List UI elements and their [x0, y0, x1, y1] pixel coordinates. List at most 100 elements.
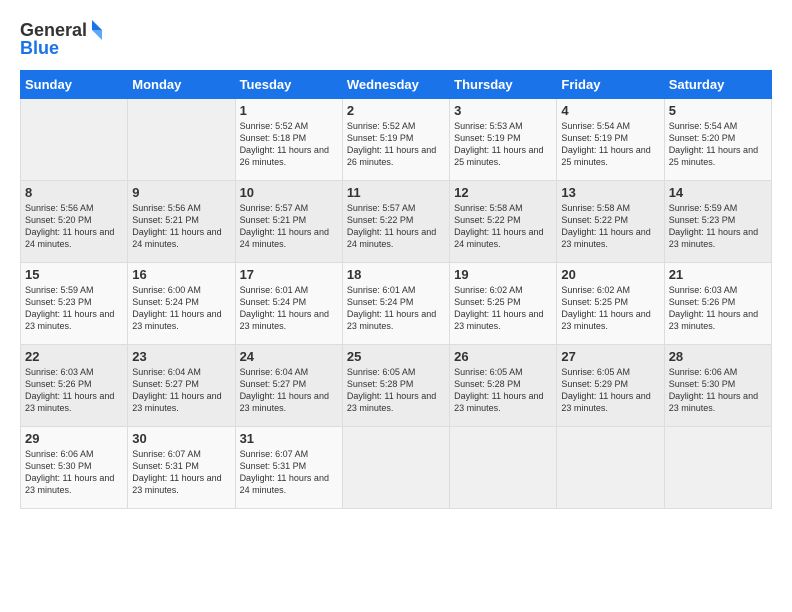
- calendar-cell: 10 Sunrise: 5:57 AMSunset: 5:21 PMDayligh…: [235, 181, 342, 263]
- day-number: 19: [454, 267, 552, 282]
- cell-info: Sunrise: 5:52 AMSunset: 5:19 PMDaylight:…: [347, 120, 445, 169]
- cell-info: Sunrise: 5:56 AMSunset: 5:21 PMDaylight:…: [132, 202, 230, 251]
- calendar-cell: 5Sunrise: 5:54 AMSunset: 5:20 PMDaylight…: [664, 99, 771, 181]
- logo: General Blue: [20, 16, 110, 58]
- svg-text:Blue: Blue: [20, 38, 59, 58]
- header-day: Wednesday: [342, 71, 449, 99]
- calendar-week-row: 22 Sunrise: 6:03 AMSunset: 5:26 PMDayligh…: [21, 345, 772, 427]
- day-number: 5: [669, 103, 767, 118]
- calendar-week-row: 29Sunrise: 6:06 AMSunset: 5:30 PMDayligh…: [21, 427, 772, 509]
- cell-info: Sunrise: 5:52 AMSunset: 5:18 PMDaylight:…: [240, 120, 338, 169]
- day-number: 13: [561, 185, 659, 200]
- day-number: 27: [561, 349, 659, 364]
- day-number: 14: [669, 185, 767, 200]
- calendar-cell: 24 Sunrise: 6:04 AMSunset: 5:27 PMDayligh…: [235, 345, 342, 427]
- calendar-cell: 28 Sunrise: 6:06 AMSunset: 5:30 PMDayligh…: [664, 345, 771, 427]
- calendar-cell: 19 Sunrise: 6:02 AMSunset: 5:25 PMDayligh…: [450, 263, 557, 345]
- day-number: 11: [347, 185, 445, 200]
- logo-icon: General Blue: [20, 16, 110, 58]
- cell-info: Sunrise: 6:03 AMSunset: 5:26 PMDaylight:…: [669, 284, 767, 333]
- header-day: Thursday: [450, 71, 557, 99]
- day-number: 29: [25, 431, 123, 446]
- calendar-header-row: SundayMondayTuesdayWednesdayThursdayFrid…: [21, 71, 772, 99]
- header-day: Friday: [557, 71, 664, 99]
- cell-info: Sunrise: 6:02 AMSunset: 5:25 PMDaylight:…: [454, 284, 552, 333]
- cell-info: Sunrise: 6:00 AMSunset: 5:24 PMDaylight:…: [132, 284, 230, 333]
- header-day: Monday: [128, 71, 235, 99]
- calendar-cell: 11 Sunrise: 5:57 AMSunset: 5:22 PMDayligh…: [342, 181, 449, 263]
- header-day: Sunday: [21, 71, 128, 99]
- cell-info: Sunrise: 5:57 AMSunset: 5:21 PMDaylight:…: [240, 202, 338, 251]
- calendar-cell: [128, 99, 235, 181]
- calendar-cell: [21, 99, 128, 181]
- day-number: 30: [132, 431, 230, 446]
- calendar-cell: 8 Sunrise: 5:56 AMSunset: 5:20 PMDaylight…: [21, 181, 128, 263]
- header: General Blue: [20, 16, 772, 58]
- cell-info: Sunrise: 6:06 AMSunset: 5:30 PMDaylight:…: [669, 366, 767, 415]
- cell-info: Sunrise: 6:05 AMSunset: 5:28 PMDaylight:…: [454, 366, 552, 415]
- calendar-week-row: 15 Sunrise: 5:59 AMSunset: 5:23 PMDayligh…: [21, 263, 772, 345]
- day-number: 3: [454, 103, 552, 118]
- day-number: 20: [561, 267, 659, 282]
- calendar-cell: [664, 427, 771, 509]
- calendar-cell: 18 Sunrise: 6:01 AMSunset: 5:24 PMDayligh…: [342, 263, 449, 345]
- calendar-cell: 3 Sunrise: 5:53 AMSunset: 5:19 PMDaylight…: [450, 99, 557, 181]
- day-number: 22: [25, 349, 123, 364]
- svg-text:General: General: [20, 20, 87, 40]
- day-number: 18: [347, 267, 445, 282]
- day-number: 2: [347, 103, 445, 118]
- day-number: 24: [240, 349, 338, 364]
- cell-info: Sunrise: 6:01 AMSunset: 5:24 PMDaylight:…: [240, 284, 338, 333]
- calendar-cell: 12Sunrise: 5:58 AMSunset: 5:22 PMDayligh…: [450, 181, 557, 263]
- calendar-week-row: 8 Sunrise: 5:56 AMSunset: 5:20 PMDaylight…: [21, 181, 772, 263]
- calendar-cell: 1 Sunrise: 5:52 AMSunset: 5:18 PMDaylight…: [235, 99, 342, 181]
- calendar-cell: 23 Sunrise: 6:04 AMSunset: 5:27 PMDayligh…: [128, 345, 235, 427]
- calendar-cell: 4 Sunrise: 5:54 AMSunset: 5:19 PMDaylight…: [557, 99, 664, 181]
- cell-info: Sunrise: 6:02 AMSunset: 5:25 PMDaylight:…: [561, 284, 659, 333]
- cell-info: Sunrise: 5:59 AMSunset: 5:23 PMDaylight:…: [25, 284, 123, 333]
- day-number: 10: [240, 185, 338, 200]
- cell-info: Sunrise: 6:01 AMSunset: 5:24 PMDaylight:…: [347, 284, 445, 333]
- day-number: 1: [240, 103, 338, 118]
- day-number: 21: [669, 267, 767, 282]
- day-number: 4: [561, 103, 659, 118]
- cell-info: Sunrise: 6:07 AMSunset: 5:31 PMDaylight:…: [132, 448, 230, 497]
- cell-info: Sunrise: 5:59 AMSunset: 5:23 PMDaylight:…: [669, 202, 767, 251]
- calendar-cell: 30 Sunrise: 6:07 AMSunset: 5:31 PMDayligh…: [128, 427, 235, 509]
- calendar-cell: 29Sunrise: 6:06 AMSunset: 5:30 PMDayligh…: [21, 427, 128, 509]
- day-number: 8: [25, 185, 123, 200]
- calendar-cell: [342, 427, 449, 509]
- day-number: 15: [25, 267, 123, 282]
- calendar-cell: 20 Sunrise: 6:02 AMSunset: 5:25 PMDayligh…: [557, 263, 664, 345]
- cell-info: Sunrise: 6:07 AMSunset: 5:31 PMDaylight:…: [240, 448, 338, 497]
- calendar-cell: [557, 427, 664, 509]
- day-number: 23: [132, 349, 230, 364]
- day-number: 25: [347, 349, 445, 364]
- cell-info: Sunrise: 5:53 AMSunset: 5:19 PMDaylight:…: [454, 120, 552, 169]
- cell-info: Sunrise: 6:03 AMSunset: 5:26 PMDaylight:…: [25, 366, 123, 415]
- calendar-week-row: 1 Sunrise: 5:52 AMSunset: 5:18 PMDaylight…: [21, 99, 772, 181]
- calendar-cell: 15 Sunrise: 5:59 AMSunset: 5:23 PMDayligh…: [21, 263, 128, 345]
- cell-info: Sunrise: 5:56 AMSunset: 5:20 PMDaylight:…: [25, 202, 123, 251]
- calendar-cell: 27 Sunrise: 6:05 AMSunset: 5:29 PMDayligh…: [557, 345, 664, 427]
- day-number: 17: [240, 267, 338, 282]
- header-day: Saturday: [664, 71, 771, 99]
- calendar-cell: 2 Sunrise: 5:52 AMSunset: 5:19 PMDaylight…: [342, 99, 449, 181]
- cell-info: Sunrise: 6:05 AMSunset: 5:29 PMDaylight:…: [561, 366, 659, 415]
- day-number: 28: [669, 349, 767, 364]
- cell-info: Sunrise: 5:54 AMSunset: 5:19 PMDaylight:…: [561, 120, 659, 169]
- cell-info: Sunrise: 5:58 AMSunset: 5:22 PMDaylight:…: [454, 202, 552, 251]
- day-number: 16: [132, 267, 230, 282]
- cell-info: Sunrise: 6:04 AMSunset: 5:27 PMDaylight:…: [132, 366, 230, 415]
- header-day: Tuesday: [235, 71, 342, 99]
- calendar-cell: 22 Sunrise: 6:03 AMSunset: 5:26 PMDayligh…: [21, 345, 128, 427]
- cell-info: Sunrise: 5:58 AMSunset: 5:22 PMDaylight:…: [561, 202, 659, 251]
- calendar-cell: 26Sunrise: 6:05 AMSunset: 5:28 PMDayligh…: [450, 345, 557, 427]
- cell-info: Sunrise: 6:04 AMSunset: 5:27 PMDaylight:…: [240, 366, 338, 415]
- calendar-page: General Blue SundayMondayTuesdayWednesda…: [0, 0, 792, 612]
- calendar-cell: 9Sunrise: 5:56 AMSunset: 5:21 PMDaylight…: [128, 181, 235, 263]
- cell-info: Sunrise: 5:57 AMSunset: 5:22 PMDaylight:…: [347, 202, 445, 251]
- calendar-cell: [450, 427, 557, 509]
- cell-info: Sunrise: 6:05 AMSunset: 5:28 PMDaylight:…: [347, 366, 445, 415]
- calendar-cell: 17 Sunrise: 6:01 AMSunset: 5:24 PMDayligh…: [235, 263, 342, 345]
